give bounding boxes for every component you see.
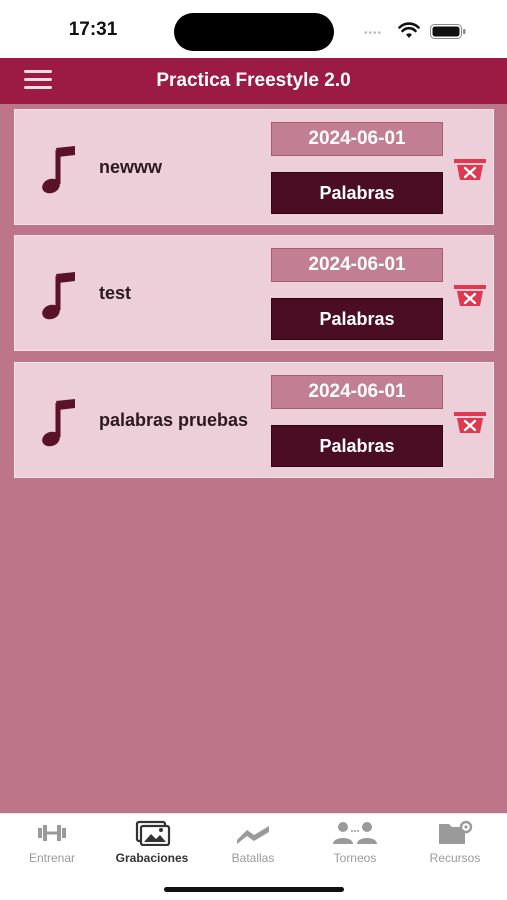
recording-card: test 2024-06-01 Palabras	[14, 235, 494, 351]
app-title: Practica Freestyle 2.0	[156, 70, 351, 91]
palabras-button[interactable]: Palabras	[271, 172, 443, 214]
recording-card: palabras pruebas 2024-06-01 Palabras	[14, 362, 494, 478]
recording-name: test	[99, 283, 132, 303]
tab-label: Entrenar	[28, 851, 76, 865]
people-icon	[333, 822, 377, 844]
delete-icon[interactable]	[453, 282, 487, 308]
recording-name: newww	[99, 157, 163, 177]
delete-icon[interactable]	[453, 409, 487, 435]
delete-icon[interactable]	[453, 156, 487, 182]
wifi-icon	[398, 22, 420, 38]
music-note-icon	[42, 272, 75, 320]
app-screen: 17:31 •••• Practica Freestyle 2.0 newww …	[0, 0, 507, 900]
recording-date: 2024-06-01	[271, 375, 443, 409]
palabras-button[interactable]: Palabras	[271, 425, 443, 467]
dumbbell-icon	[38, 825, 66, 841]
music-note-icon	[42, 146, 75, 194]
tab-label: Recursos	[429, 851, 481, 865]
folder-gear-icon	[439, 820, 473, 844]
app-bar: Practica Freestyle 2.0	[0, 58, 507, 104]
tab-label: Torneos	[333, 851, 377, 865]
tab-grabaciones[interactable]: Grabaciones	[104, 820, 200, 870]
recording-date: 2024-06-01	[271, 122, 443, 156]
palabras-button[interactable]: Palabras	[271, 298, 443, 340]
status-bar: 17:31 ••••	[0, 0, 507, 58]
trend-icon	[237, 826, 269, 844]
bottom-tab-bar: Entrenar Grabaciones Batallas Torneos Re…	[0, 813, 507, 900]
tab-label: Grabaciones	[115, 851, 189, 865]
recording-date: 2024-06-01	[271, 248, 443, 282]
recording-card: newww 2024-06-01 Palabras	[14, 109, 494, 225]
dynamic-island	[174, 13, 334, 51]
battery-icon	[430, 24, 466, 39]
tab-recursos[interactable]: Recursos	[407, 820, 503, 870]
tab-label: Batallas	[231, 851, 275, 865]
recordings-list[interactable]: newww 2024-06-01 Palabras test 2024-06-0…	[0, 104, 507, 813]
tab-batallas[interactable]: Batallas	[205, 820, 301, 870]
status-time: 17:31	[68, 19, 118, 40]
cellular-signal-icon: ••••	[364, 28, 383, 39]
home-indicator	[164, 887, 344, 892]
tab-entrenar[interactable]: Entrenar	[4, 820, 100, 870]
photos-icon	[135, 820, 171, 846]
recording-name: palabras pruebas	[99, 410, 249, 430]
music-note-icon	[42, 399, 75, 447]
tab-torneos[interactable]: Torneos	[307, 820, 403, 870]
